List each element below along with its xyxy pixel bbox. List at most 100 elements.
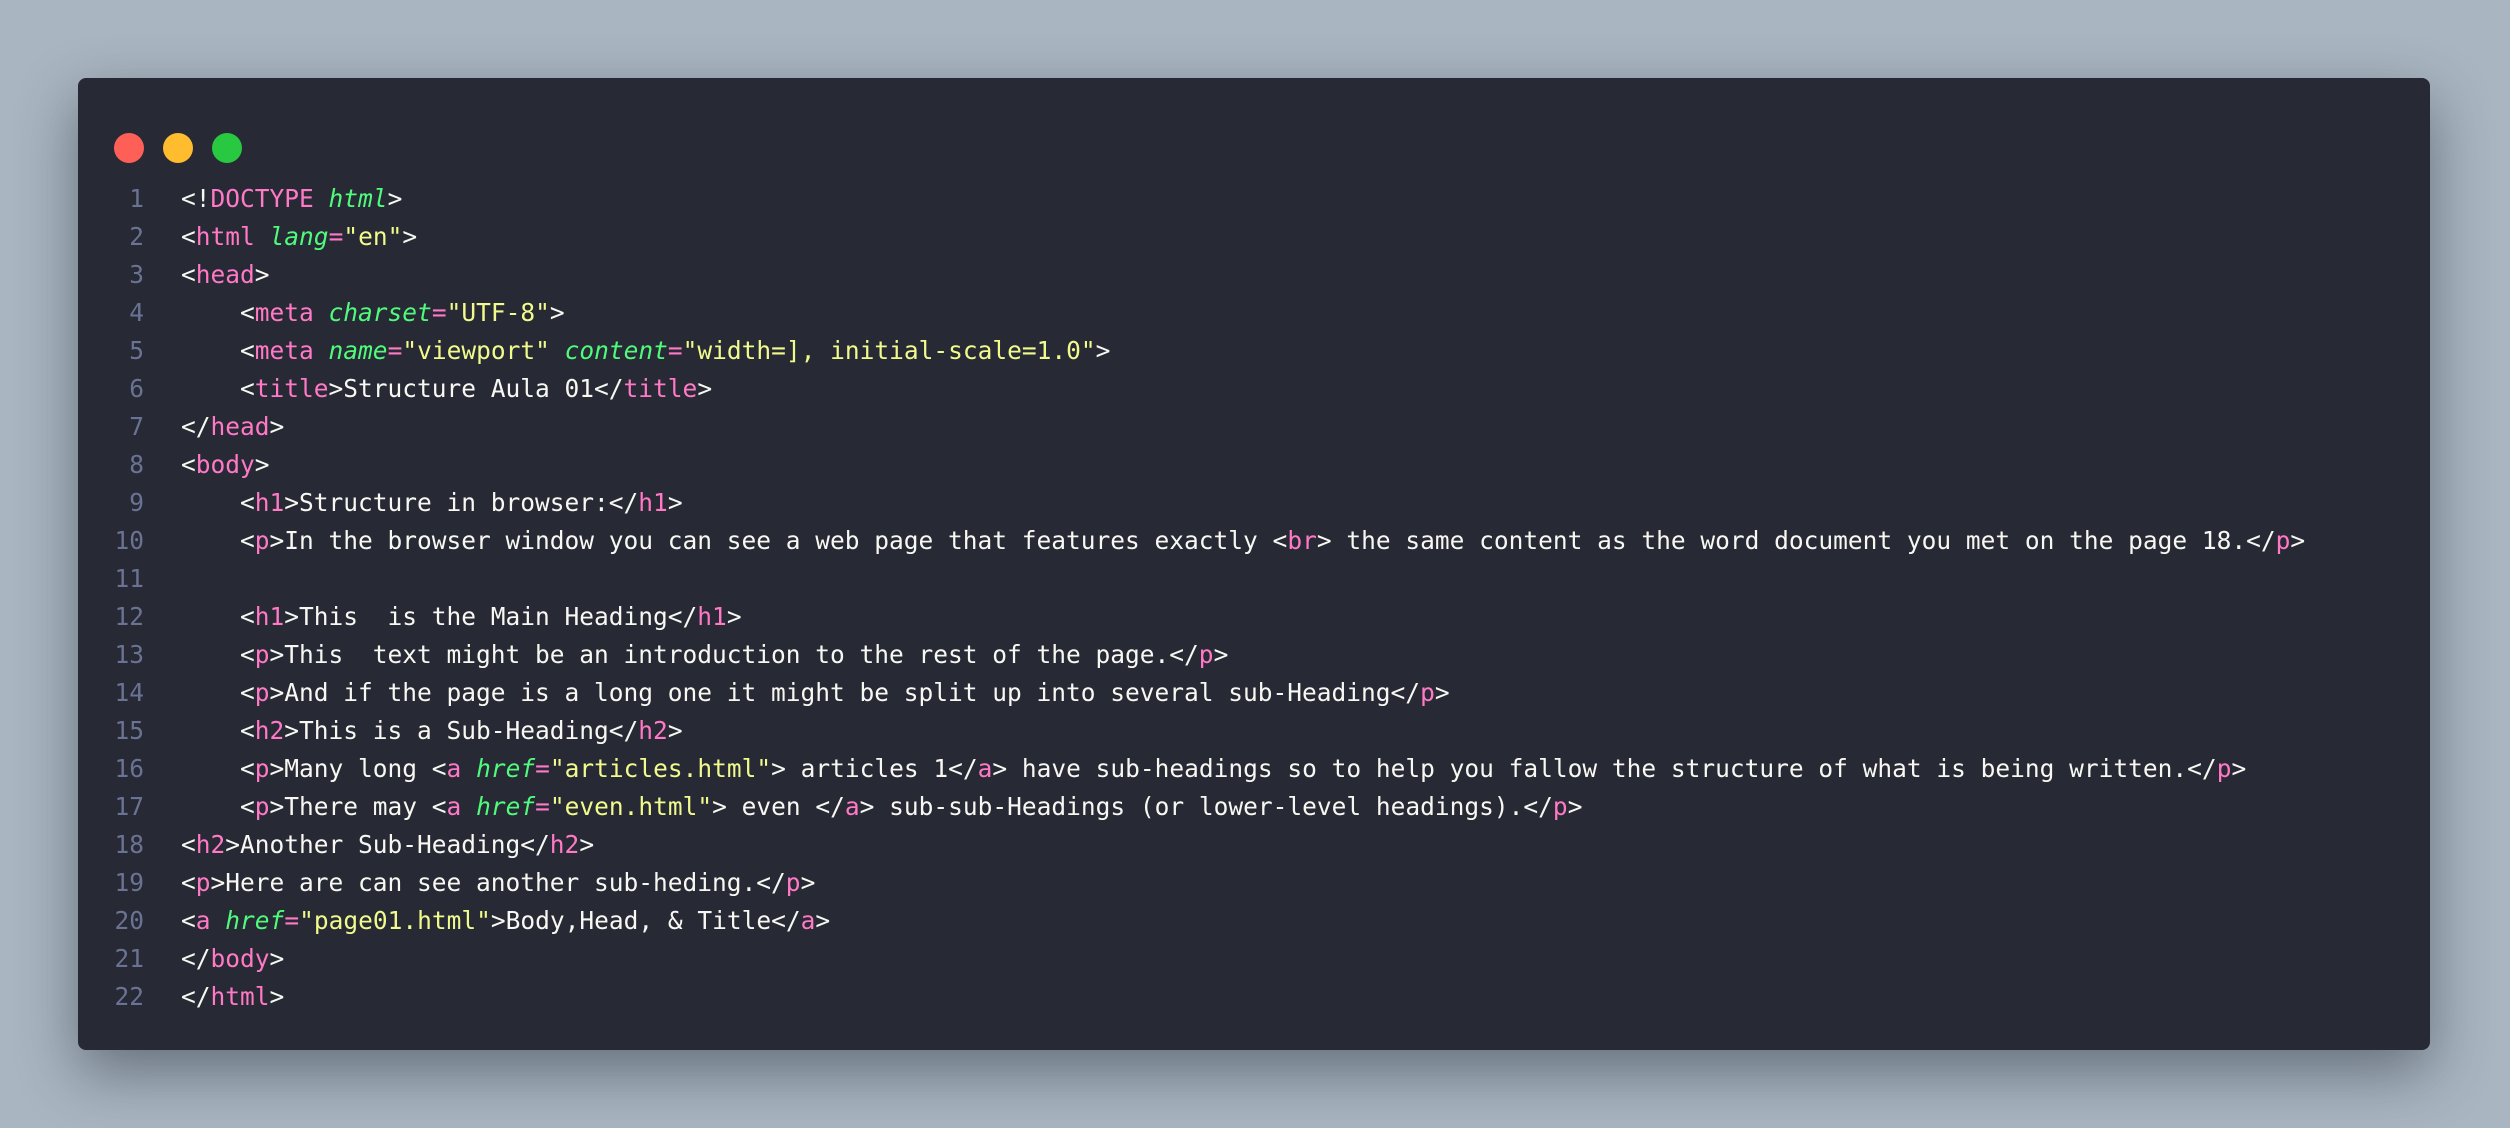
code-text: < (181, 336, 255, 365)
line-number: 22 (114, 982, 144, 1011)
line-content: <p>There may <a href="even.html"> even <… (181, 788, 1582, 826)
line-content: <head> (181, 256, 270, 294)
code-text: >There may < (269, 792, 447, 821)
line-number: 8 (129, 450, 144, 479)
code-line: 5 <meta name="viewport" content="width=]… (78, 332, 2430, 370)
line-content: <h1>Structure in browser:</h1> (181, 484, 683, 522)
code-string: "en" (343, 222, 403, 251)
code-text: >This text might be an introduction to t… (269, 640, 1199, 669)
code-string: "UTF-8" (446, 298, 550, 327)
code-tag: p (254, 526, 270, 555)
code-text: < (181, 298, 255, 327)
line-number: 19 (114, 868, 144, 897)
line-content: <p>Many long <a href="articles.html"> ar… (181, 750, 2246, 788)
line-content: <h1>This is the Main Heading</h1> (181, 598, 742, 636)
code-text: < (181, 602, 255, 631)
code-tag: p (254, 640, 270, 669)
code-line: 13 <p>This text might be an introduction… (78, 636, 2430, 674)
code-text: > (2231, 754, 2247, 783)
code-text: </ (181, 944, 211, 973)
code-text: </ (181, 982, 211, 1011)
code-line: 4 <meta charset="UTF-8"> (78, 294, 2430, 332)
line-number: 2 (129, 222, 144, 251)
code-line: 14 <p>And if the page is a long one it m… (78, 674, 2430, 712)
code-text: < (181, 792, 255, 821)
code-line: 22 </html> (78, 978, 2430, 1016)
line-content: <h2>This is a Sub-Heading</h2> (181, 712, 683, 750)
line-content: <title>Structure Aula 01</title> (181, 370, 712, 408)
maximize-dot-icon[interactable] (212, 133, 242, 163)
code-text: < (181, 678, 255, 707)
code-text: < (181, 222, 196, 251)
code-tag: head (210, 412, 270, 441)
code-tag: body (210, 944, 270, 973)
code-text: > (579, 830, 595, 859)
code-line: 9 <h1>Structure in browser:</h1> (78, 484, 2430, 522)
code-tag: meta (254, 298, 314, 327)
line-number: 6 (129, 374, 144, 403)
code-line: 2 <html lang="en"> (78, 218, 2430, 256)
code-line: 10 <p>In the browser window you can see … (78, 522, 2430, 560)
code-text: > (2290, 526, 2306, 555)
line-number: 21 (114, 944, 144, 973)
code-line: 6 <title>Structure Aula 01</title> (78, 370, 2430, 408)
code-text: > (1095, 336, 1111, 365)
close-dot-icon[interactable] (114, 133, 144, 163)
code-string: "even.html" (549, 792, 713, 821)
line-number: 5 (129, 336, 144, 365)
line-number: 3 (129, 260, 144, 289)
code-tag: title (623, 374, 698, 403)
line-content: <p>In the browser window you can see a w… (181, 522, 2305, 560)
line-number: 10 (114, 526, 144, 555)
code-line: 21 </body> (78, 940, 2430, 978)
code-attribute: href (476, 754, 536, 783)
code-text: < (181, 260, 196, 289)
line-number: 12 (114, 602, 144, 631)
line-content: <meta charset="UTF-8"> (181, 294, 565, 332)
code-tag: p (1198, 640, 1214, 669)
code-text: >Body,Head, & Title</ (490, 906, 801, 935)
code-line: 20 <a href="page01.html">Body,Head, & Tit… (78, 902, 2430, 940)
code-tag: title (254, 374, 329, 403)
code-text: >Structure in browser:</ (284, 488, 639, 517)
code-window: 1 <!DOCTYPE html> 2 <html lang="en"> 3 <head>… (78, 78, 2430, 1050)
code-text: > (549, 298, 565, 327)
code-tag: h2 (638, 716, 668, 745)
line-number: 16 (114, 754, 144, 783)
code-tag: a (195, 906, 211, 935)
code-equals: = (535, 754, 550, 783)
code-text: > (726, 602, 742, 631)
code-tag: p (2216, 754, 2232, 783)
code-text: > (269, 944, 285, 973)
code-tag: p (1420, 678, 1435, 707)
code-equals: = (667, 336, 683, 365)
code-text: < (181, 906, 196, 935)
code-line: 1 <!DOCTYPE html> (78, 180, 2430, 218)
line-number: 11 (114, 564, 144, 593)
code-equals: = (535, 792, 550, 821)
code-text: < (181, 830, 196, 859)
code-text: > (402, 222, 418, 251)
code-tag: h2 (549, 830, 580, 859)
code-text: > (667, 716, 683, 745)
code-tag: head (195, 260, 255, 289)
code-tag: DOCTYPE (210, 184, 314, 213)
code-line: 7 </head> (78, 408, 2430, 446)
line-number: 14 (114, 678, 144, 707)
line-content: <meta name="viewport" content="width=], … (181, 332, 1110, 370)
code-text: < (181, 374, 255, 403)
code-attribute: html (328, 184, 388, 213)
code-text: > (254, 260, 270, 289)
code-equals: = (284, 906, 300, 935)
code-text: < (181, 526, 255, 555)
code-tag: a (446, 754, 462, 783)
code-tag: p (1552, 792, 1568, 821)
code-line: 11 (78, 560, 2430, 598)
line-content: <h2>Another Sub-Heading</h2> (181, 826, 594, 864)
line-number: 7 (129, 412, 144, 441)
code-tag: html (195, 222, 255, 251)
minimize-dot-icon[interactable] (163, 133, 193, 163)
line-content: <p>And if the page is a long one it migh… (181, 674, 1450, 712)
